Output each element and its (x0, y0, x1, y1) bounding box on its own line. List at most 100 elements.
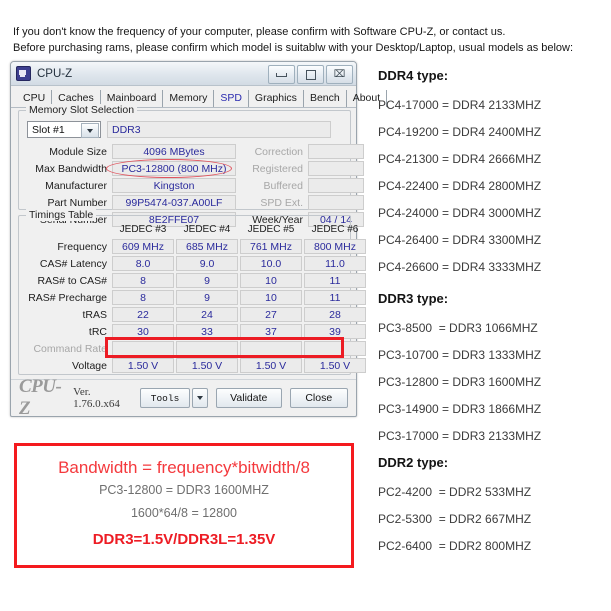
timings-cell: 28 (304, 307, 366, 322)
ddr4-reference-list: DDR4 type: PC4-17000 = DDR4 2133MHZ PC4-… (378, 68, 541, 281)
ddr2-heading: DDR2 type: (378, 455, 449, 470)
timings-row-label-voltage: Voltage (71, 360, 107, 372)
annotation-example: PC3-12800 = DDR3 1600MHZ (99, 483, 269, 497)
timings-cell: 1.50 V (176, 358, 238, 373)
timings-cell: 8 (112, 273, 174, 288)
cpuz-app-icon (16, 66, 31, 81)
minimize-button[interactable] (268, 65, 295, 84)
cpuz-brand-logo: CPU-Z (19, 376, 62, 419)
window-footer: CPU-Z Ver. 1.76.0.x64 Tools Validate Clo… (11, 376, 356, 419)
part-number-value: 99P5474-037.A00LF (112, 195, 236, 210)
timings-cell: 9 (176, 273, 238, 288)
timings-cell: 9 (176, 290, 238, 305)
annotation-calculation: 1600*64/8 = 12800 (130, 506, 237, 520)
tab-memory[interactable]: Memory (163, 90, 215, 107)
timings-column-header-jedec3: JEDEC #3 (119, 224, 167, 235)
buffered-value (308, 178, 364, 193)
timings-cell: 11 (304, 290, 366, 305)
timings-cell: 8.0 (112, 256, 174, 271)
memory-slot-selection-title: Memory Slot Selection (26, 104, 138, 116)
module-size-label: Module Size (49, 145, 107, 158)
window-controls: ⌧ (268, 65, 353, 84)
close-button[interactable]: ⌧ (326, 65, 353, 84)
timings-table-group: Timings Table JEDEC #3 JEDEC #4 JEDEC #5… (18, 209, 366, 375)
ddr4-item: PC4-26400 = DDR4 3300MHZ (378, 233, 542, 247)
ddr4-item: PC4-21300 = DDR4 2666MHZ (378, 152, 542, 166)
window-titlebar[interactable]: CPU-Z ⌧ (11, 62, 356, 86)
timings-cell: 1.50 V (240, 358, 302, 373)
timings-column-header-jedec4: JEDEC #4 (183, 224, 231, 235)
correction-label: Correction (254, 145, 303, 158)
ddr4-item: PC4-22400 = DDR4 2800MHZ (378, 179, 542, 193)
timings-cell: 609 MHz (112, 239, 174, 254)
ddr3-item: PC3-17000 = DDR3 2133MHZ (378, 429, 542, 443)
timings-cell: 27 (240, 307, 302, 322)
timings-cell: 11.0 (304, 256, 366, 271)
timings-cell: 10 (240, 290, 302, 305)
ddr2-item: PC2-4200 = DDR2 533MHZ (378, 485, 532, 499)
slot-select-dropdown[interactable]: Slot #1 (27, 121, 101, 138)
module-size-value: 4096 MBytes (112, 144, 236, 159)
correction-value (308, 144, 364, 159)
tab-bench[interactable]: Bench (304, 90, 347, 107)
timings-cell: 9.0 (176, 256, 238, 271)
ddr4-item: PC4-17000 = DDR4 2133MHZ (378, 98, 542, 112)
timings-row-label-tras: tRAS (82, 309, 107, 321)
annotation-voltage-note: DDR3=1.5V/DDR3L=1.35V (92, 531, 276, 548)
timings-column-header-jedec6: JEDEC #6 (311, 224, 359, 235)
version-label: Ver. 1.76.0.x64 (73, 386, 120, 410)
validate-button[interactable]: Validate (216, 388, 282, 408)
memory-type-field: DDR3 (107, 121, 331, 138)
chevron-down-icon[interactable] (81, 123, 99, 138)
timings-cell: 761 MHz (240, 239, 302, 254)
timings-cell (240, 341, 302, 356)
timings-cell: 1.50 V (112, 358, 174, 373)
timings-cell: 685 MHz (176, 239, 238, 254)
timings-row-label-cas-latency: CAS# Latency (39, 258, 107, 270)
ddr4-item: PC4-19200 = DDR4 2400MHZ (378, 125, 542, 139)
spd-ext-label: SPD Ext. (260, 196, 303, 209)
maximize-icon (305, 69, 316, 80)
cpuz-window: CPU-Z ⌧ CPU Caches Mainboard Memory SPD … (10, 61, 388, 419)
minimize-icon (276, 72, 287, 77)
buffered-label: Buffered (263, 179, 303, 192)
memory-slot-selection-group: Memory Slot Selection Slot #1 DDR3 Modul… (18, 104, 364, 227)
ddr3-item: PC3-12800 = DDR3 1600MHZ (378, 375, 542, 389)
timings-cell: 22 (112, 307, 174, 322)
window-title: CPU-Z (37, 67, 73, 80)
tools-button[interactable]: Tools (140, 388, 190, 408)
ddr3-item: PC3-10700 = DDR3 1333MHZ (378, 348, 542, 362)
timings-cell (176, 341, 238, 356)
timings-row-label-ras-precharge: RAS# Precharge (28, 292, 107, 304)
timings-cell: 1.50 V (304, 358, 366, 373)
ddr3-item: PC3-14900 = DDR3 1866MHZ (378, 402, 542, 416)
timings-cell: 10.0 (240, 256, 302, 271)
timings-cell: 800 MHz (304, 239, 366, 254)
ddr3-heading: DDR3 type: (378, 291, 449, 306)
manufacturer-label: Manufacturer (45, 179, 107, 192)
ddr4-item: PC4-24000 = DDR4 3000MHZ (378, 206, 542, 220)
ddr3-item: PC3-8500 = DDR3 1066MHZ (378, 321, 538, 335)
max-bandwidth-value: PC3-12800 (800 MHz) (112, 161, 236, 176)
ddr3-reference-list: DDR3 type: PC3-8500 = DDR3 1066MHZ PC3-1… (378, 291, 541, 450)
bandwidth-formula-annotation: Bandwidth = frequency*bitwidth/8 PC3-128… (14, 443, 354, 568)
tools-dropdown-button[interactable] (191, 388, 208, 408)
timings-cell (112, 341, 174, 356)
timings-row-label-command-rate: Command Rate (33, 343, 107, 355)
ddr4-item: PC4-26600 = DDR4 3333MHZ (378, 260, 542, 274)
timings-row-label-ras-to-cas: RAS# to CAS# (37, 275, 107, 287)
timings-row-label-frequency: Frequency (57, 241, 107, 253)
tab-graphics[interactable]: Graphics (249, 90, 304, 107)
timings-cell: 24 (176, 307, 238, 322)
part-number-label: Part Number (47, 196, 107, 209)
ddr2-reference-list: DDR2 type: PC2-4200 = DDR2 533MHZ PC2-53… (378, 455, 531, 560)
maximize-button[interactable] (297, 65, 324, 84)
close-window-button[interactable]: Close (289, 388, 349, 408)
annotation-formula: Bandwidth = frequency*bitwidth/8 (58, 458, 310, 477)
spd-ext-value (308, 195, 364, 210)
timings-cell: 11 (304, 273, 366, 288)
registered-label: Registered (252, 162, 303, 175)
timings-cell: 37 (240, 324, 302, 339)
timings-cell (304, 341, 366, 356)
tab-spd[interactable]: SPD (214, 90, 249, 107)
